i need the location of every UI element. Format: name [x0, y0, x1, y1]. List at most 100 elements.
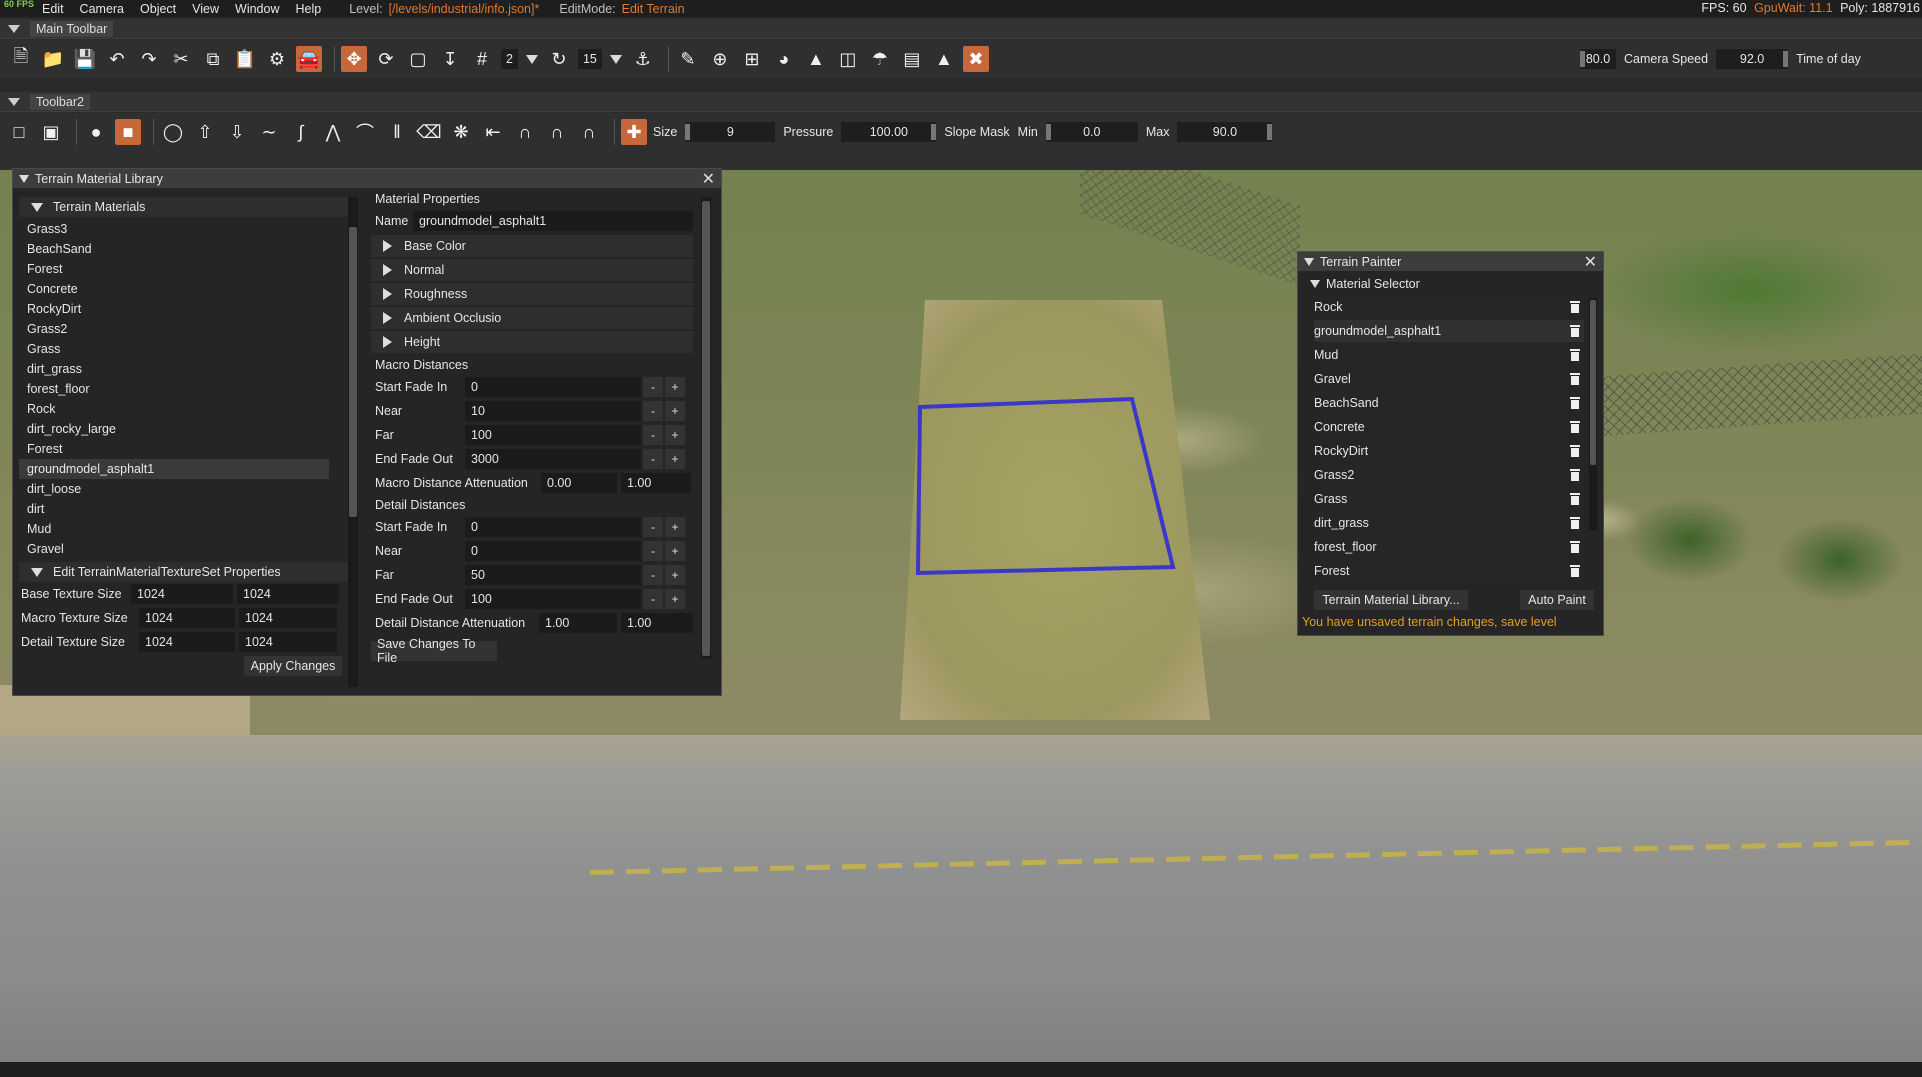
material-list-item[interactable]: Mud [19, 519, 329, 539]
macro-texture-width-input[interactable]: 1024 [139, 608, 235, 628]
apply-changes-button[interactable]: Apply Changes [244, 656, 342, 676]
pressure-slider[interactable]: 100.00 [841, 122, 937, 142]
material-list-item[interactable]: Gravel [19, 539, 329, 559]
trash-icon[interactable] [1570, 301, 1580, 313]
properties-scrollbar[interactable] [701, 197, 711, 659]
slider-handle[interactable] [1580, 51, 1585, 67]
trash-icon[interactable] [1570, 349, 1580, 361]
painter-material-item[interactable]: Grass [1314, 488, 1584, 510]
painter-material-item[interactable]: Mud [1314, 344, 1584, 366]
noise-icon[interactable]: ⋀ [320, 119, 346, 145]
material-list-item[interactable]: dirt_loose [19, 479, 329, 499]
increment-button[interactable]: + [665, 541, 685, 561]
distance-input[interactable]: 100 [465, 589, 641, 609]
material-list-item[interactable]: forest_floor [19, 379, 329, 399]
scrollbar-thumb[interactable] [1590, 300, 1596, 465]
close-icon[interactable]: ✕ [702, 169, 715, 189]
mesh-road-icon[interactable]: ⊞ [739, 46, 765, 72]
increment-button[interactable]: + [665, 401, 685, 421]
painter-material-item[interactable]: Grass2 [1314, 464, 1584, 486]
material-list-item[interactable]: BeachSand [19, 239, 329, 259]
painter-scrollbar[interactable] [1589, 298, 1597, 530]
increment-button[interactable]: + [665, 589, 685, 609]
material-list-item[interactable]: Grass3 [19, 219, 329, 239]
distance-input[interactable]: 50 [465, 565, 641, 585]
grid-snap-dropdown-icon[interactable] [525, 54, 538, 64]
grid-snap-value[interactable]: 2 [501, 49, 518, 69]
material-list-item[interactable]: RockyDirt [19, 299, 329, 319]
painter-material-item[interactable]: BeachSand [1314, 392, 1584, 414]
adjust-height-icon[interactable]: ⇤ [480, 119, 506, 145]
cut-icon[interactable]: ✂ [168, 46, 194, 72]
materials-scrollbar[interactable] [348, 197, 358, 687]
paste-icon[interactable]: 📋 [232, 46, 258, 72]
material-list-item[interactable]: dirt [19, 499, 329, 519]
collapse-arrow-icon[interactable] [8, 24, 20, 33]
slider-handle[interactable] [685, 124, 691, 140]
paint-noise-icon[interactable]: ∩ [544, 119, 570, 145]
trash-icon[interactable] [1570, 493, 1580, 505]
lower-height-icon[interactable]: ⇩ [224, 119, 250, 145]
save-changes-button[interactable]: Save Changes To File [371, 637, 497, 665]
decrement-button[interactable]: - [643, 541, 663, 561]
rotate-snap-icon[interactable]: ↻ [546, 46, 572, 72]
expand-arrow-icon[interactable] [383, 336, 392, 348]
undo-icon[interactable]: ↶ [104, 46, 130, 72]
expand-arrow-icon[interactable] [383, 264, 392, 276]
auto-paint-button[interactable]: Auto Paint [1520, 590, 1594, 610]
increment-button[interactable]: + [665, 377, 685, 397]
painter-material-item[interactable]: Rock [1314, 296, 1584, 318]
expand-arrow-icon[interactable] [383, 288, 392, 300]
restore-terrain-icon[interactable]: ❋ [448, 119, 474, 145]
trash-icon[interactable] [1570, 565, 1580, 577]
alpha-smooth-icon[interactable]: ∩ [576, 119, 602, 145]
base-texture-width-input[interactable]: 1024 [131, 584, 233, 604]
distance-input[interactable]: 0 [465, 377, 641, 397]
vehicle-icon[interactable]: 🚘 [296, 46, 322, 72]
property-section-header[interactable]: Normal [371, 259, 693, 281]
base-texture-height-input[interactable]: 1024 [237, 584, 339, 604]
distance-input[interactable]: 0 [465, 517, 641, 537]
menu-edit[interactable]: Edit [38, 2, 72, 16]
collapse-arrow-icon[interactable] [19, 174, 29, 183]
trash-icon[interactable] [1570, 397, 1580, 409]
rotate-snap-value[interactable]: 15 [577, 49, 602, 69]
increment-button[interactable]: + [665, 565, 685, 585]
terrain-materials-header[interactable]: Terrain Materials [19, 197, 354, 217]
expand-arrow-icon[interactable] [383, 240, 392, 252]
toolbar2-header[interactable]: Toolbar2 [0, 92, 1922, 112]
rotate-snap-dropdown-icon[interactable] [609, 54, 622, 64]
add-circle-icon[interactable]: ⊕ [707, 46, 733, 72]
trash-icon[interactable] [1570, 373, 1580, 385]
material-list-item[interactable]: Forest [19, 439, 329, 459]
open-folder-icon[interactable]: 📁 [40, 46, 66, 72]
material-list-item[interactable]: Grass2 [19, 319, 329, 339]
raise-height-icon[interactable]: ⇧ [192, 119, 218, 145]
panel-title-bar[interactable]: Terrain Painter ✕ [1298, 252, 1603, 271]
painter-material-item[interactable]: forest_floor [1314, 536, 1584, 558]
paint-material-icon[interactable]: ✚ [621, 119, 647, 145]
menu-window[interactable]: Window [227, 2, 287, 16]
texset-header[interactable]: Edit TerrainMaterialTextureSet Propertie… [19, 562, 354, 582]
road-icon[interactable]: ▲ [931, 46, 957, 72]
slope-max-slider[interactable]: 90.0 [1177, 122, 1273, 142]
detail-attenuation-max-input[interactable]: 1.00 [621, 613, 693, 633]
fov-field[interactable]: 80.0 [1580, 49, 1616, 69]
slider-handle[interactable] [1267, 124, 1273, 140]
decrement-button[interactable]: - [643, 517, 663, 537]
collapse-arrow-icon[interactable] [1304, 257, 1314, 266]
material-list-item[interactable]: Rock [19, 399, 329, 419]
trash-icon[interactable] [1570, 445, 1580, 457]
slider-handle[interactable] [1045, 124, 1051, 140]
pivot-icon[interactable]: ⚓ [630, 46, 656, 72]
collapse-arrow-icon[interactable] [31, 202, 43, 212]
slope-icon[interactable]: ∫ [288, 119, 314, 145]
save-icon[interactable]: 💾 [72, 46, 98, 72]
painter-material-item[interactable]: RockyDirt [1314, 440, 1584, 462]
distance-input[interactable]: 10 [465, 401, 641, 421]
select-terrain-icon[interactable]: □ [6, 119, 32, 145]
decrement-button[interactable]: - [643, 589, 663, 609]
decrement-button[interactable]: - [643, 377, 663, 397]
rotate-icon[interactable]: ⟳ [373, 46, 399, 72]
increment-button[interactable]: + [665, 449, 685, 469]
